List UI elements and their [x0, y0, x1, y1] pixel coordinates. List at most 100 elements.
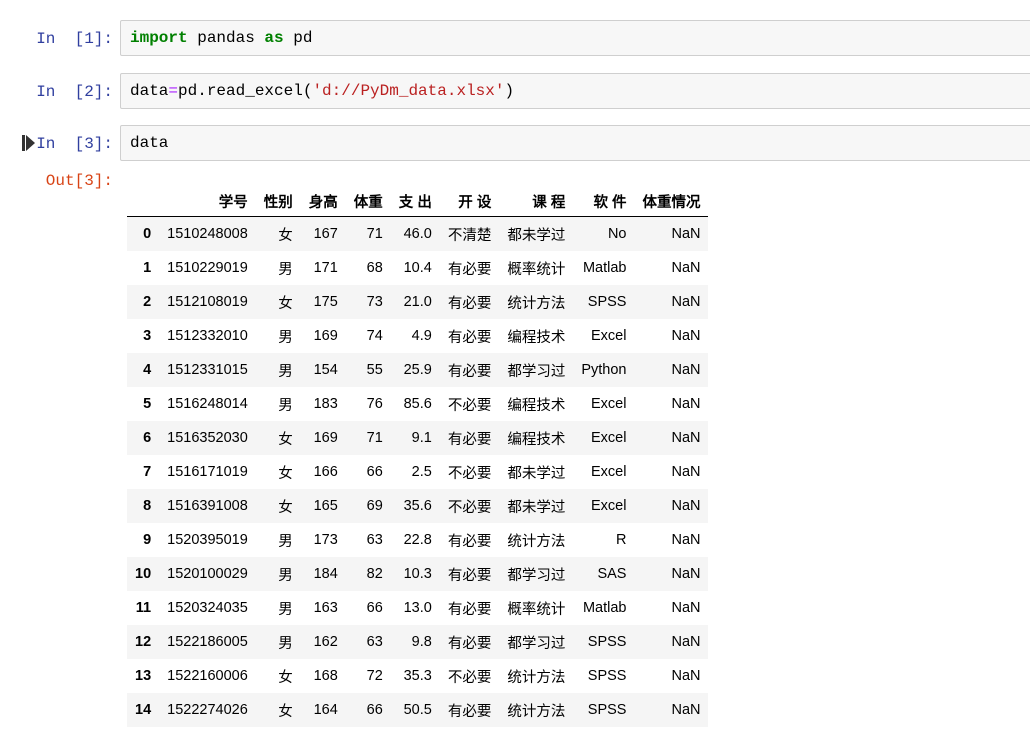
row-index: 1	[143, 260, 152, 276]
table-cell: NaN	[671, 566, 701, 582]
table-cell: 男	[278, 329, 293, 346]
code-token: pd.read_excel(	[178, 82, 313, 100]
table-cell: 171	[313, 260, 338, 276]
code-input[interactable]: data	[120, 125, 1030, 161]
table-row: 3 1512332010 男 169 74 4.9 有必要 编程技术 Excel NaN	[127, 319, 708, 353]
table-cell: 男	[278, 567, 293, 584]
table-cell: 63	[366, 532, 383, 548]
code-input[interactable]: import pandas as pd	[120, 20, 1030, 56]
table-cell: 46.0	[403, 226, 432, 242]
table-cell: 73	[366, 294, 383, 310]
column-header: 体重情况	[634, 186, 709, 217]
code-token: pandas	[187, 29, 265, 47]
table-cell: 有必要	[447, 363, 492, 380]
table-cell: 55	[366, 362, 383, 378]
table-cell: 164	[313, 702, 338, 718]
table-cell: 50.5	[403, 702, 432, 718]
table-cell: 1516352030	[167, 430, 248, 446]
table-row: 6 1516352030 女 169 71 9.1 有必要 编程技术 Excel NaN	[127, 421, 709, 455]
code-cell-2[interactable]: In [2]: data=pd.read_excel('d://PyDm_dat…	[0, 73, 1030, 111]
table-cell: 25.9	[403, 362, 432, 378]
table-cell: SPSS	[587, 668, 627, 684]
table-header-row: 学号 性别 身高 体重支 出开 设课 程软 件体重情况	[127, 186, 709, 217]
table-cell: 184	[313, 566, 338, 582]
table-row: 11 1520324035 男 163 66 13.0 有必要 概率统计 Matlab NaN	[127, 591, 708, 625]
table-cell: 1512332010	[167, 328, 248, 344]
code-token: as	[264, 29, 284, 47]
input-prompt: In [2]:	[36, 83, 113, 101]
table-cell: 男	[278, 533, 293, 550]
code-token: 'd://PyDm_data.xlsx'	[312, 82, 505, 100]
table-cell: No	[607, 226, 627, 242]
table-cell: 63	[366, 634, 383, 650]
table-cell: SPSS	[587, 294, 627, 310]
table-cell: Excel	[591, 498, 627, 514]
table-cell: 1512108019	[167, 294, 248, 310]
row-index: 13	[135, 668, 152, 684]
row-index: 8	[143, 498, 152, 514]
code-token: =	[168, 82, 179, 100]
table-cell: 163	[313, 600, 338, 616]
table-cell: 都学习过	[507, 567, 566, 584]
table-cell: NaN	[671, 260, 701, 276]
table-cell: 10.3	[403, 566, 432, 582]
code-token: data	[130, 82, 169, 100]
table-cell: 都未学过	[507, 499, 566, 516]
table-cell: 有必要	[447, 431, 492, 448]
table-cell: 不必要	[447, 499, 492, 516]
row-index: 6	[143, 430, 152, 446]
table-cell: Python	[581, 362, 627, 378]
table-cell: SPSS	[587, 702, 627, 718]
table-cell: 不必要	[447, 669, 492, 686]
table-cell: 女	[278, 465, 293, 482]
table-cell: 编程技术	[507, 431, 566, 448]
table-row: 14 1522274026 女 164 66 50.5 有必要 统计方法 SPSS NaN	[127, 693, 709, 727]
table-cell: 有必要	[447, 329, 492, 346]
column-header: 体重	[345, 186, 391, 217]
table-cell: 都学习过	[507, 635, 566, 652]
table-cell: 4.9	[411, 328, 432, 344]
table-cell: 175	[313, 294, 338, 310]
table-cell: 男	[278, 397, 293, 414]
table-cell: SAS	[597, 566, 627, 582]
table-cell: 概率统计	[507, 261, 566, 278]
table-cell: Matlab	[582, 600, 627, 616]
table-cell: 85.6	[403, 396, 432, 412]
table-row: 1 1510229019 男 171 68 10.4 有必要 概率统计 Matlab NaN	[127, 251, 708, 285]
table-cell: 168	[313, 668, 338, 684]
table-cell: 男	[278, 363, 293, 380]
table-cell: Excel	[591, 464, 627, 480]
table-cell: 1510248008	[167, 226, 248, 242]
table-cell: 不必要	[447, 465, 492, 482]
table-cell: 不清楚	[447, 227, 492, 244]
code-text: data	[130, 134, 168, 152]
row-index: 3	[143, 328, 152, 344]
code-text: import pandas as pd	[130, 29, 312, 47]
table-cell: 女	[278, 431, 293, 448]
code-token: import	[130, 29, 188, 47]
row-index: 12	[135, 634, 152, 650]
table-cell: 有必要	[447, 601, 492, 618]
column-header: 性别	[255, 186, 301, 217]
table-cell: 统计方法	[507, 295, 566, 312]
table-cell: NaN	[671, 532, 701, 548]
code-cell-3[interactable]: In [3]: data	[0, 125, 1030, 163]
table-cell: NaN	[671, 668, 701, 684]
input-prompt: In [3]:	[36, 135, 113, 153]
table-cell: 男	[278, 601, 293, 618]
table-cell: 71	[366, 226, 383, 242]
column-header: 支 出	[390, 186, 440, 217]
table-cell: 1516171019	[167, 464, 248, 480]
table-cell: 不必要	[447, 397, 492, 414]
column-header: 身高	[300, 186, 346, 217]
table-cell: R	[616, 532, 627, 548]
table-cell: 82	[366, 566, 383, 582]
table-cell: 男	[278, 635, 293, 652]
table-cell: 1516391008	[167, 498, 248, 514]
table-cell: 72	[366, 668, 383, 684]
table-cell: 66	[366, 600, 383, 616]
table-cell: 1520395019	[167, 532, 248, 548]
code-input[interactable]: data=pd.read_excel('d://PyDm_data.xlsx')	[120, 73, 1030, 109]
table-cell: 9.1	[411, 430, 432, 446]
code-cell-1[interactable]: In [1]: import pandas as pd	[0, 20, 1030, 58]
